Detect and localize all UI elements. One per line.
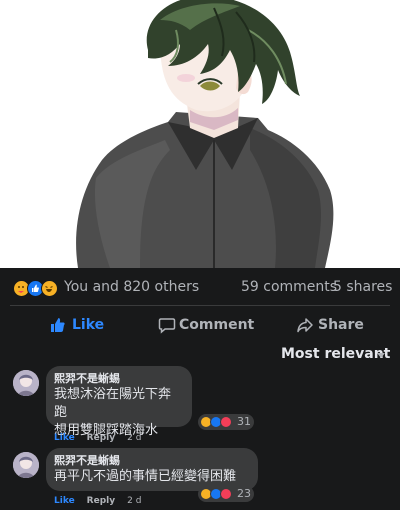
comments-count[interactable]: 59 comments	[241, 279, 337, 295]
post-image[interactable]	[0, 0, 400, 268]
comment-reply-link[interactable]: Reply	[87, 433, 115, 443]
reaction-summary-bar: You and 820 others 59 comments 5 shares	[0, 268, 400, 308]
chevron-down-icon[interactable]	[377, 353, 385, 358]
comment-author[interactable]: 熙羿不是蜥蜴	[54, 453, 248, 468]
comment-meta: Like Reply 2 d	[54, 433, 153, 443]
comment-text-line: 我想沐浴在陽光下奔跑	[54, 387, 172, 420]
like-label: Like	[72, 317, 105, 333]
heart-reaction-icon	[220, 488, 232, 500]
comment-reactions[interactable]: 31	[198, 414, 254, 430]
comment-like-link[interactable]: Like	[54, 496, 75, 506]
comment-reply-link[interactable]: Reply	[87, 496, 115, 506]
reactions-text[interactable]: You and 820 others	[64, 279, 199, 295]
haha-reaction-icon	[41, 280, 58, 297]
comment-author[interactable]: 熙羿不是蜥蜴	[54, 371, 182, 386]
comment-bubble[interactable]: 熙羿不是蜥蜴 我想沐浴在陽光下奔跑 想用雙腿踩踏海水	[46, 366, 192, 438]
shares-count[interactable]: 5 shares	[333, 279, 392, 295]
avatar[interactable]	[13, 452, 39, 478]
comment-sort-dropdown[interactable]: Most relevant	[281, 346, 390, 362]
heart-reaction-icon	[220, 416, 232, 428]
post-action-bar: Like Comment Share	[10, 305, 390, 341]
comment-label: Comment	[179, 317, 255, 333]
comment-reactions[interactable]: 23	[198, 486, 254, 502]
reaction-icons-group[interactable]	[13, 280, 61, 298]
comment-reaction-count: 31	[237, 415, 251, 428]
comment-timestamp[interactable]: 2 d	[127, 496, 141, 506]
comment-reaction-count: 23	[237, 487, 251, 500]
thumbs-up-icon	[51, 318, 65, 332]
comment-text-line: 再平凡不過的事情已經變得困難	[54, 469, 237, 484]
comment-bubble-icon	[158, 318, 176, 334]
comment-timestamp[interactable]: 2 d	[127, 433, 141, 443]
share-label: Share	[318, 317, 364, 333]
avatar[interactable]	[13, 370, 39, 396]
comment-meta: Like Reply 2 d	[54, 496, 153, 506]
share-arrow-icon	[297, 318, 313, 333]
comment-like-link[interactable]: Like	[54, 433, 75, 443]
comment-bubble[interactable]: 熙羿不是蜥蜴 再平凡不過的事情已經變得困難	[46, 448, 258, 491]
anime-portrait-illustration	[0, 0, 400, 268]
